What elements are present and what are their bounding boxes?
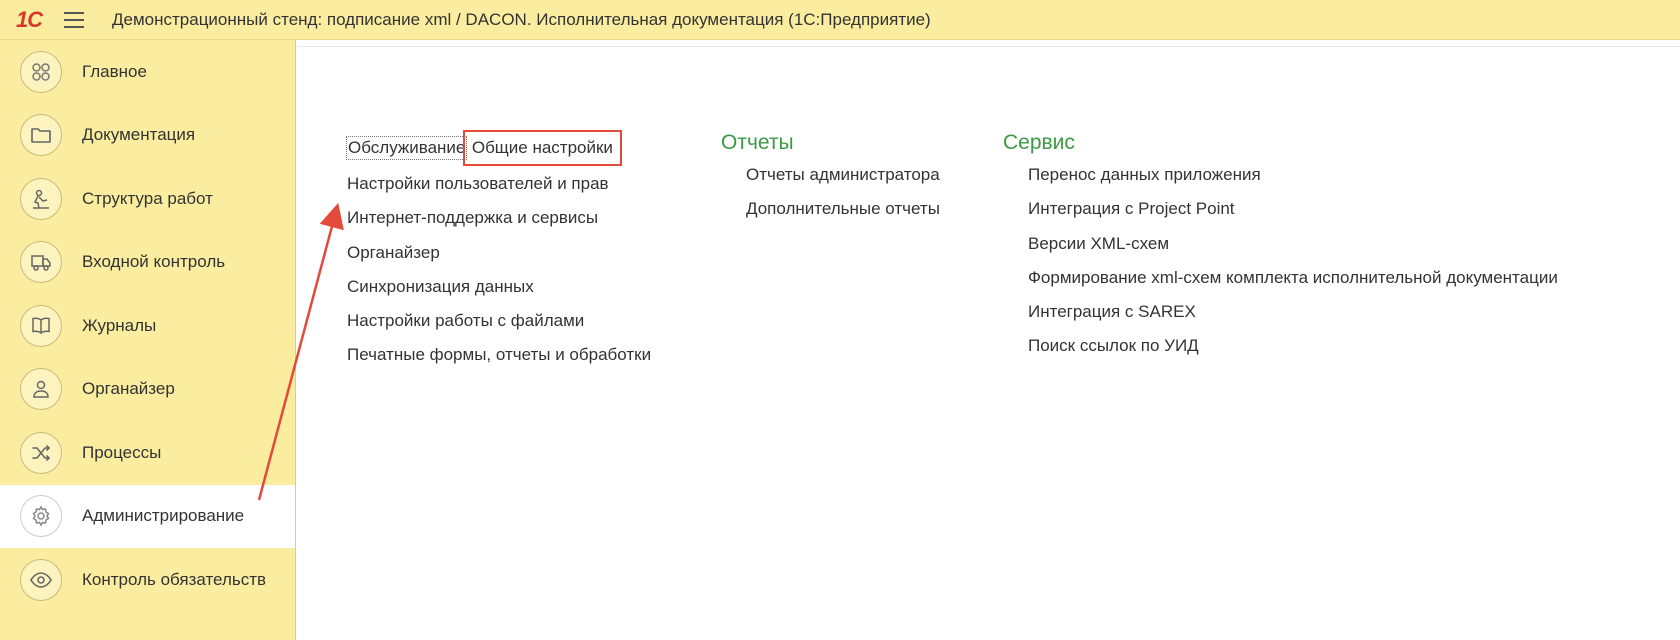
app-header: 1С Демонстрационный стенд: подписание xm… (0, 0, 1680, 40)
sidebar-item-label: Документация (82, 125, 196, 145)
sidebar-item-label: Структура работ (82, 188, 213, 208)
link-print-forms[interactable]: Печатные формы, отчеты и обработки (347, 344, 651, 378)
link-organizer[interactable]: Органайзер (347, 242, 651, 276)
sidebar-item-incoming-control[interactable]: Входной контроль (0, 231, 295, 295)
person-icon (20, 368, 62, 411)
window-title: Демонстрационный стенд: подписание xml /… (112, 9, 931, 29)
divider (297, 46, 1680, 47)
link-admin-reports[interactable]: Отчеты администратора (746, 164, 940, 198)
folder-icon (20, 114, 62, 157)
link-uid-search[interactable]: Поиск ссылок по УИД (1028, 335, 1558, 369)
sidebar-item-label: Контроль обязательств (82, 569, 267, 589)
link-file-settings[interactable]: Настройки работы с файлами (347, 310, 651, 344)
service-column: Сервис Перенос данных приложения Интегра… (1003, 131, 1558, 370)
link-internet-support[interactable]: Интернет-поддержка и сервисы (347, 207, 651, 241)
link-additional-reports[interactable]: Дополнительные отчеты (746, 198, 940, 232)
eye-icon (20, 558, 62, 601)
sidebar: Главное Документация Структура работ Вхо… (0, 40, 296, 640)
sidebar-item-main[interactable]: Главное (0, 40, 295, 104)
worker-icon (20, 177, 62, 220)
sidebar-item-obligations[interactable]: Контроль обязательств (0, 548, 295, 612)
link-data-sync[interactable]: Синхронизация данных (347, 276, 651, 310)
sidebar-item-administration[interactable]: Администрирование (0, 484, 295, 548)
sidebar-item-label: Входной контроль (82, 252, 226, 272)
sidebar-item-work-structure[interactable]: Структура работ (0, 167, 295, 231)
service-section-title: Сервис (1003, 131, 1075, 154)
logo-text: 1С (15, 6, 43, 32)
sidebar-item-label: Администрирование (82, 506, 245, 526)
admin-links-column: Обслуживание Общие настройки Настройки п… (345, 130, 651, 379)
sidebar-item-label: Органайзер (82, 379, 175, 399)
link-data-transfer[interactable]: Перенос данных приложения (1028, 164, 1558, 198)
grid-icon (20, 50, 62, 93)
truck-icon (20, 241, 62, 284)
book-icon (20, 304, 62, 347)
main-panel: Обслуживание Общие настройки Настройки п… (297, 40, 1680, 640)
sidebar-item-organizer[interactable]: Органайзер (0, 358, 295, 422)
gear-icon (20, 495, 62, 538)
sidebar-item-journals[interactable]: Журналы (0, 294, 295, 358)
link-project-point[interactable]: Интеграция с Project Point (1028, 198, 1558, 232)
sidebar-item-documentation[interactable]: Документация (0, 104, 295, 168)
link-users-rights-settings[interactable]: Настройки пользователей и прав (347, 173, 651, 207)
sidebar-item-processes[interactable]: Процессы (0, 421, 295, 485)
shuffle-icon (20, 431, 62, 474)
sidebar-item-label: Главное (82, 61, 147, 81)
1c-logo[interactable]: 1С (6, 0, 52, 40)
link-maintenance[interactable]: Обслуживание (345, 136, 468, 160)
reports-section-title: Отчеты (721, 131, 794, 154)
menu-icon[interactable] (64, 0, 92, 40)
sidebar-item-label: Журналы (82, 315, 157, 335)
link-xml-schema-generation[interactable]: Формирование xml-схем комплекта исполнит… (1028, 267, 1558, 301)
link-xml-schema-versions[interactable]: Версии XML-схем (1028, 233, 1558, 267)
link-general-settings[interactable]: Общие настройки (462, 130, 622, 166)
link-sarex[interactable]: Интеграция с SAREX (1028, 301, 1558, 335)
reports-column: Отчеты Отчеты администратора Дополнитель… (721, 131, 940, 233)
sidebar-item-label: Процессы (82, 442, 162, 462)
